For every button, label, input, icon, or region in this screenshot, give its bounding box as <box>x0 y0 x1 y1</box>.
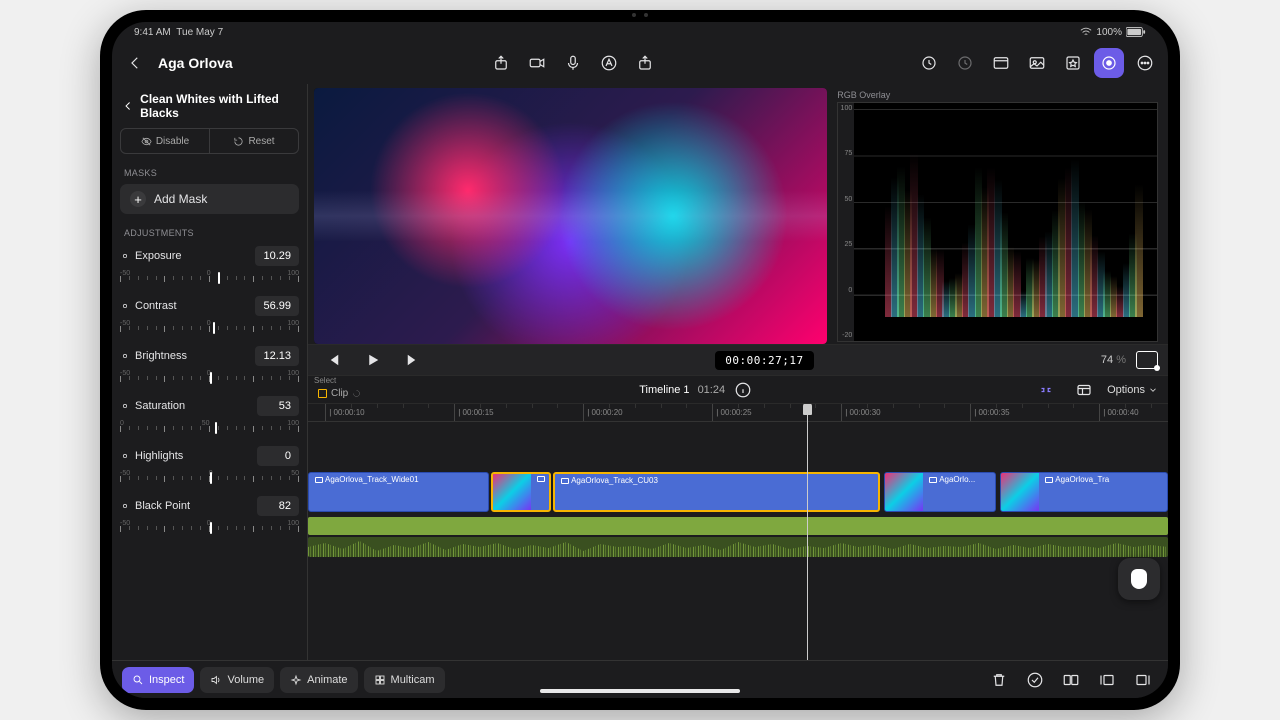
top-toolbar: Aga Orlova <box>112 42 1168 84</box>
wifi-icon <box>1080 27 1092 37</box>
play-button[interactable] <box>358 345 388 375</box>
info-icon[interactable] <box>733 380 753 400</box>
disable-button[interactable]: Disable <box>121 129 210 153</box>
back-button[interactable] <box>120 48 150 78</box>
adjustment-brightness[interactable]: Brightness12.13 -500100 <box>120 346 299 386</box>
options-button[interactable]: Options <box>1107 384 1158 396</box>
voiceover-icon[interactable] <box>558 48 588 78</box>
home-indicator[interactable] <box>540 689 740 693</box>
adjustment-black-point[interactable]: Black Point82 -500100 <box>120 496 299 536</box>
layout-icon[interactable] <box>1069 375 1099 405</box>
split-icon[interactable] <box>1056 665 1086 695</box>
inspector-panel: Clean Whites with Lifted Blacks Disable … <box>112 84 308 660</box>
history-icon[interactable] <box>914 48 944 78</box>
next-frame-button[interactable] <box>398 345 428 375</box>
camera-icon[interactable] <box>522 48 552 78</box>
timeline-clip[interactable] <box>491 472 551 512</box>
add-mask-button[interactable]: +Add Mask <box>120 184 299 214</box>
trim-end-icon[interactable] <box>1128 665 1158 695</box>
share-icon[interactable] <box>630 48 660 78</box>
timeline[interactable]: | 00:00:10| 00:00:15| 00:00:20| 00:00:25… <box>308 404 1168 660</box>
inspector-back[interactable]: Clean Whites with Lifted Blacks <box>112 84 307 128</box>
adjustments-label: ADJUSTMENTS <box>112 222 307 242</box>
timeline-header: Select Clip Timeline 1 01:24 Options <box>308 376 1168 404</box>
timeline-clip[interactable]: AgaOrlova_Track_Wide01 <box>308 472 489 512</box>
playhead[interactable] <box>807 404 808 660</box>
prev-frame-button[interactable] <box>318 345 348 375</box>
effects-icon[interactable] <box>1058 48 1088 78</box>
zoom-value[interactable]: 74 % <box>1101 354 1126 366</box>
project-title: Aga Orlova <box>158 55 233 71</box>
masks-label: MASKS <box>112 162 307 182</box>
color-icon[interactable] <box>1094 48 1124 78</box>
battery-icon <box>1126 27 1146 37</box>
delete-icon[interactable] <box>984 665 1014 695</box>
browser-icon[interactable] <box>986 48 1016 78</box>
timeline-name: Timeline 1 <box>639 384 689 396</box>
timecode[interactable]: 00:00:27;17 <box>715 351 813 370</box>
multicam-tab[interactable]: Multicam <box>364 667 445 693</box>
reset-button[interactable]: Reset <box>210 129 298 153</box>
adjustment-contrast[interactable]: Contrast56.99 -500100 <box>120 296 299 336</box>
animate-tab[interactable]: Animate <box>280 667 357 693</box>
adjustment-highlights[interactable]: Highlights0 -50050 <box>120 446 299 486</box>
timeline-clip[interactable]: AgaOrlo... <box>884 472 996 512</box>
fit-button[interactable] <box>1136 351 1158 369</box>
snap-icon[interactable] <box>1031 375 1061 405</box>
adjustment-exposure[interactable]: Exposure10.29 -500100 <box>120 246 299 286</box>
inspect-tab[interactable]: Inspect <box>122 667 194 693</box>
scope-graph <box>854 103 1157 341</box>
more-icon[interactable] <box>1130 48 1160 78</box>
tools-button[interactable] <box>1118 558 1160 600</box>
photo-icon[interactable] <box>1022 48 1052 78</box>
volume-tab[interactable]: Volume <box>200 667 274 693</box>
timeline-clip[interactable]: AgaOrlova_Tra <box>1000 472 1168 512</box>
text-icon[interactable] <box>594 48 624 78</box>
timeline-ruler[interactable]: | 00:00:10| 00:00:15| 00:00:20| 00:00:25… <box>308 404 1168 422</box>
video-viewer[interactable] <box>314 88 827 344</box>
video-scope: RGB Overlay 1007550250-20 <box>833 88 1162 344</box>
transport-bar: 00:00:27;17 74 % <box>308 344 1168 376</box>
video-track[interactable]: AgaOrlova_Track_Wide01 AgaOrlova_Track_CU… <box>308 472 1168 514</box>
import-icon[interactable] <box>486 48 516 78</box>
timeline-clip[interactable]: AgaOrlova_Track_CU03 <box>553 472 880 512</box>
clip-indicator[interactable]: Clip <box>318 388 361 399</box>
enable-icon[interactable] <box>1020 665 1050 695</box>
adjustment-saturation[interactable]: Saturation53 050100 <box>120 396 299 436</box>
redo-icon[interactable] <box>950 48 980 78</box>
trim-start-icon[interactable] <box>1092 665 1122 695</box>
audio-track[interactable] <box>308 517 1168 557</box>
status-bar: 9:41 AM Tue May 7 100% <box>112 22 1168 42</box>
